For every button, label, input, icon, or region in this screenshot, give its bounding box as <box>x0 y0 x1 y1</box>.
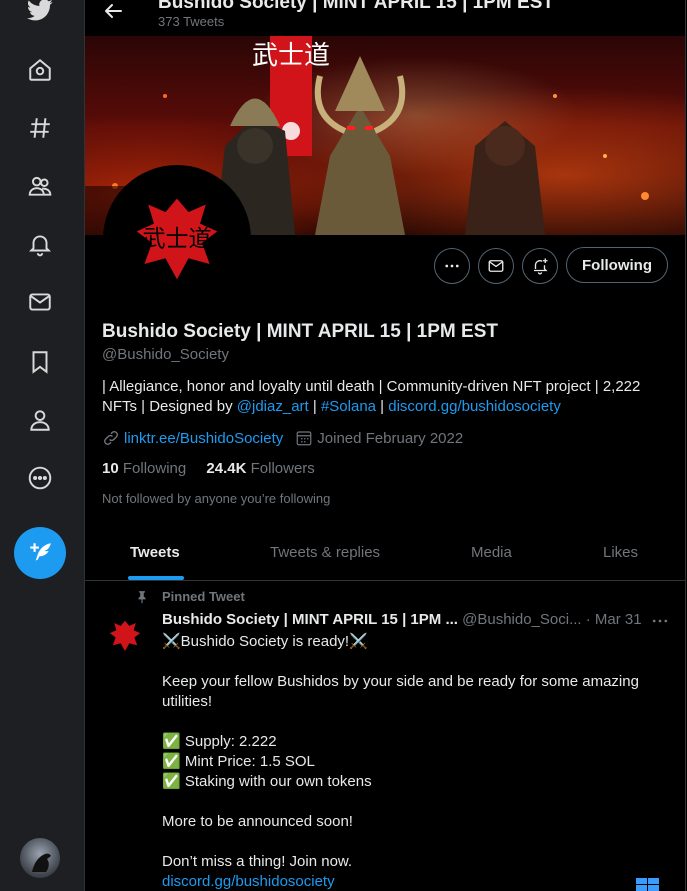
tweet-author-name[interactable]: Bushido Society | MINT APRIL 15 | 1PM ..… <box>162 611 458 628</box>
bio-separator: | <box>308 398 321 415</box>
bell-plus-icon <box>534 258 548 275</box>
account-avatar[interactable] <box>20 838 60 878</box>
bio-mention-link[interactable]: @jdiaz_art <box>237 398 309 415</box>
tweet-author-handle[interactable]: @Bushido_Soci... <box>462 611 581 628</box>
tweet-line: ⚔️Bushido Society is ready!⚔️ <box>162 633 368 650</box>
profile-joined-date: Joined February 2022 <box>317 429 464 447</box>
tab-likes[interactable]: Likes <box>603 544 638 561</box>
active-tab-indicator <box>128 576 184 580</box>
profile-tabs: Tweets Tweets & replies Media Likes <box>85 530 685 581</box>
profile-website-link[interactable]: linktr.ee/BushidoSociety <box>124 430 283 447</box>
pin-icon <box>138 591 146 604</box>
sidebar-nav <box>0 0 84 891</box>
profile-meta: linktr.ee/BushidoSociety Joined February… <box>102 429 463 447</box>
more-options-circle-icon[interactable] <box>22 460 58 496</box>
tweet-line: Keep your fellow Bushidos by your side a… <box>162 673 639 710</box>
link-icon <box>104 431 118 445</box>
messages-envelope-icon[interactable] <box>22 284 58 320</box>
tweet-date[interactable]: · Mar 31 <box>586 611 642 628</box>
profile-name: Bushido Society | MINT APRIL 15 | 1PM ES… <box>102 321 498 342</box>
tweet-line: ✅ Staking with our own tokens <box>162 773 372 790</box>
profile-handle: @Bushido_Society <box>102 346 229 363</box>
calendar-icon <box>296 431 312 446</box>
avatar-kanji: 武士道 <box>142 227 211 253</box>
bushido-logo-icon: 武士道 <box>136 198 218 280</box>
tab-media[interactable]: Media <box>471 544 512 561</box>
profile-main-column: Bushido Society | MINT APRIL 15 | 1PM ES… <box>84 0 686 891</box>
tweet-header: Bushido Society | MINT APRIL 15 | 1PM ..… <box>162 611 672 628</box>
bushido-logo-icon <box>109 620 141 652</box>
bio-separator: | <box>376 398 389 415</box>
tweet-line: ✅ Supply: 2.222 <box>162 733 277 750</box>
header-tweet-count: 373 Tweets <box>158 14 225 29</box>
header-title: Bushido Society | MINT APRIL 15 | 1PM ES… <box>158 0 554 13</box>
message-button[interactable] <box>478 248 514 284</box>
windows-logo-icon <box>636 878 659 891</box>
banner-kanji: 武士道 <box>252 41 330 71</box>
notify-button[interactable] <box>522 248 558 284</box>
profile-person-icon[interactable] <box>22 402 58 438</box>
ellipsis-icon <box>445 264 459 268</box>
compose-tweet-button[interactable] <box>14 527 66 579</box>
bio-discord-link[interactable]: discord.gg/bushidosociety <box>388 398 561 415</box>
notifications-bell-icon[interactable] <box>22 226 58 262</box>
more-actions-button[interactable] <box>434 248 470 284</box>
pinned-tweet[interactable]: Pinned Tweet Bushido Society | MINT APRI… <box>85 581 685 891</box>
tweet-author-avatar[interactable] <box>103 614 147 658</box>
follow-counts: 10 Following 24.4K Followers <box>102 460 315 477</box>
tweet-body: ⚔️Bushido Society is ready!⚔️ Keep your … <box>162 632 662 891</box>
profile-header-bar: Bushido Society | MINT APRIL 15 | 1PM ES… <box>85 0 685 36</box>
back-arrow-icon[interactable] <box>101 0 125 24</box>
tweet-line: Don’t miss a thing! Join now. <box>162 853 353 870</box>
followers-count: 24.4K <box>206 460 247 477</box>
profile-avatar[interactable]: 武士道 <box>103 165 251 313</box>
following-button[interactable]: Following <box>566 247 668 283</box>
not-followed-note: Not followed by anyone you’re following <box>102 491 331 506</box>
explore-hashtag-icon[interactable] <box>22 110 58 146</box>
tweet-more-icon[interactable] <box>650 611 670 631</box>
followers-count-link[interactable]: 24.4K Followers <box>206 460 314 477</box>
following-label: Following <box>122 460 187 477</box>
profile-bio: | Allegiance, honor and loyalty until de… <box>102 377 672 417</box>
tab-tweets-replies[interactable]: Tweets & replies <box>270 544 380 561</box>
envelope-icon <box>488 260 504 272</box>
tweet-line: ✅ Mint Price: 1.5 SOL <box>162 753 315 770</box>
bookmarks-icon[interactable] <box>22 344 58 380</box>
followers-label: Followers <box>250 460 315 477</box>
home-icon[interactable] <box>22 52 58 88</box>
following-count-link[interactable]: 10 Following <box>102 460 186 477</box>
tab-tweets[interactable]: Tweets <box>130 544 180 561</box>
communities-icon[interactable] <box>22 168 58 204</box>
feather-plus-icon <box>30 543 51 561</box>
tweet-discord-link[interactable]: discord.gg/bushidosociety <box>162 872 662 891</box>
tweet-line: More to be announced soon! <box>162 813 353 830</box>
pinned-label: Pinned Tweet <box>162 589 245 604</box>
twitter-logo-icon[interactable] <box>22 0 58 28</box>
following-count: 10 <box>102 460 119 477</box>
bio-hashtag-link[interactable]: #Solana <box>321 398 376 415</box>
